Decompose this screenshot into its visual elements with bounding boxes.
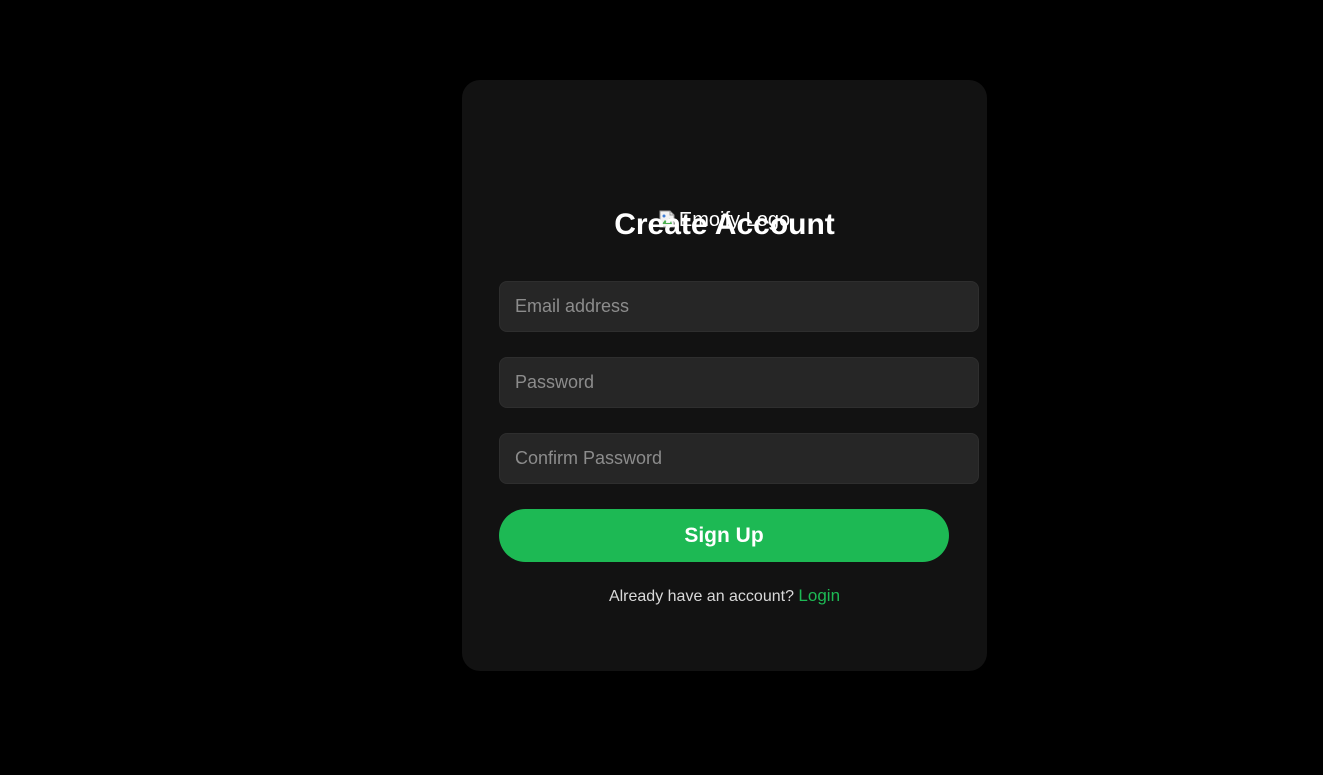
login-prompt-text: Already have an account? [608, 588, 794, 605]
login-prompt: Already have an account? Login [462, 586, 987, 607]
login-link[interactable]: Login [798, 586, 840, 605]
page-title: Create Account [614, 208, 835, 241]
sign-up-button[interactable]: Sign Up [499, 509, 949, 562]
password-field[interactable] [499, 357, 979, 408]
email-field[interactable] [499, 281, 979, 332]
confirm-password-field[interactable] [499, 433, 979, 484]
